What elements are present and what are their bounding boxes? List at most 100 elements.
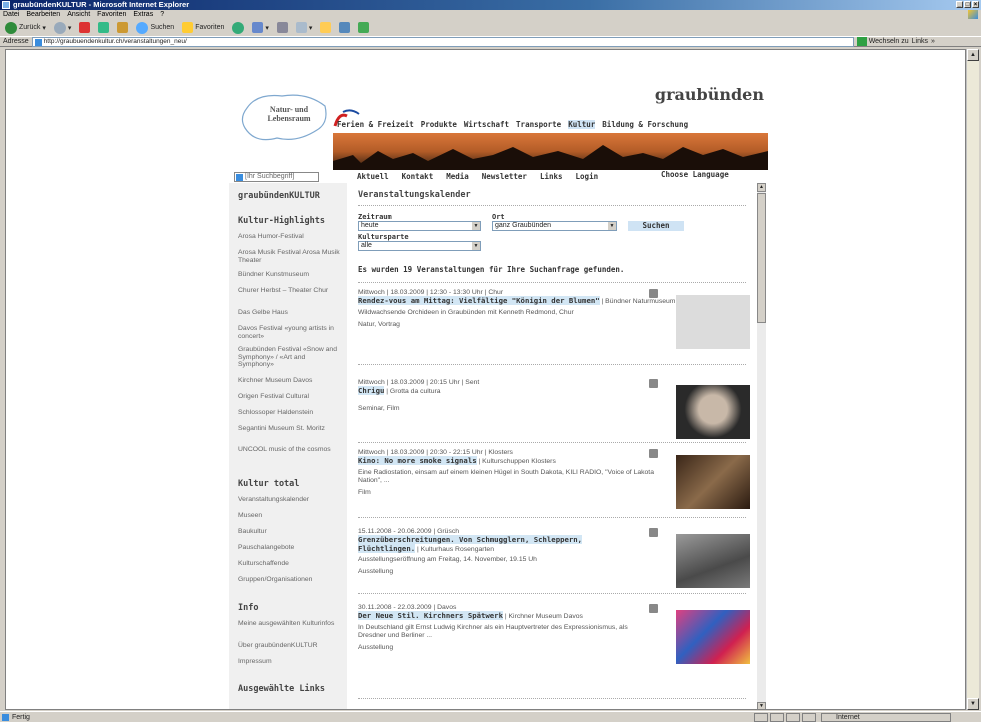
mail-button[interactable]: ▾ [250, 20, 271, 35]
sidebar-item-schlossoper[interactable]: Schlossoper Haldenstein [229, 409, 341, 417]
stop-button[interactable] [77, 20, 92, 35]
scroll-up-icon[interactable]: ▲ [967, 49, 979, 61]
sidebar-item-baukultur[interactable]: Baukultur [229, 528, 341, 536]
close-button[interactable]: × [972, 1, 979, 8]
sidebar-item-davos-festival[interactable]: Davos Festival «young artists in concert… [229, 325, 341, 340]
sidebar-item-gruppen[interactable]: Gruppen/Organisationen [229, 576, 341, 584]
sidebar-item-impressum[interactable]: Impressum [229, 658, 341, 666]
scroll-down-icon[interactable]: ▼ [967, 698, 979, 710]
search-label: Suchen [150, 24, 175, 31]
links-label[interactable]: Links [912, 36, 928, 47]
print-icon[interactable] [649, 528, 658, 537]
nav-bildung[interactable]: Bildung & Forschung [602, 120, 688, 129]
sidebar-item-veranstaltungskalender[interactable]: Veranstaltungskalender [229, 496, 341, 504]
sidebar-item-gelbe-haus[interactable]: Das Gelbe Haus [229, 309, 341, 317]
sidebar-item-pauschalangebote[interactable]: Pauschalangebote [229, 544, 341, 552]
sidebar-item-churer-herbst[interactable]: Churer Herbst – Theater Chur [229, 287, 341, 295]
event-thumbnail[interactable] [676, 455, 750, 509]
nav-transporte[interactable]: Transporte [516, 120, 561, 129]
content-scrollbar[interactable]: ▲ ▼ [757, 183, 766, 709]
sidebar-title[interactable]: graubündenKULTUR [238, 191, 320, 201]
event-title-link[interactable]: Der Neue Stil. Kirchners Spätwerk [358, 611, 503, 620]
nav-aktuell[interactable]: Aktuell [357, 172, 389, 181]
messenger-button[interactable] [356, 20, 371, 35]
event-thumbnail[interactable] [676, 385, 750, 439]
scroll-down-icon[interactable]: ▼ [757, 702, 766, 709]
sidebar-item-segantini[interactable]: Segantini Museum St. Moritz [229, 425, 341, 433]
menu-bearbeiten[interactable]: Bearbeiten [26, 10, 60, 19]
chevron-right-icon[interactable]: » [931, 36, 935, 47]
menu-favoriten[interactable]: Favoriten [97, 10, 126, 19]
search-button[interactable]: Suchen [134, 20, 176, 35]
event-title-link[interactable]: Rendez-vous am Mittag: Vielfältige "Köni… [358, 296, 600, 305]
map-text: Natur- und Lebensraum [267, 105, 311, 123]
history-button[interactable] [230, 20, 246, 35]
sidebar-item-museen[interactable]: Museen [229, 512, 341, 520]
brand-logo[interactable]: graubünden [655, 85, 764, 104]
forward-button[interactable]: ▾ [52, 20, 74, 35]
menu-help[interactable]: ? [160, 10, 164, 19]
refresh-button[interactable] [96, 20, 111, 35]
research-button[interactable] [337, 20, 352, 35]
minimize-button[interactable]: _ [956, 1, 963, 8]
event-title-link[interactable]: Kino: No more smoke signals [358, 456, 477, 465]
nav-links[interactable]: Links [540, 172, 563, 181]
nav-wirtschaft[interactable]: Wirtschaft [464, 120, 509, 129]
folder-button[interactable] [318, 20, 333, 35]
print-button[interactable] [275, 20, 290, 35]
sidebar-item-kulturschaffende[interactable]: Kulturschaffende [229, 560, 341, 568]
menu-ansicht[interactable]: Ansicht [67, 10, 90, 19]
browser-scrollbar[interactable]: ▲ ▼ [966, 49, 979, 710]
browser-viewport: Natur- und Lebensraum graubünden Ferien … [5, 49, 966, 710]
nav-ferien[interactable]: Ferien & Freizeit [337, 120, 414, 129]
favorites-button[interactable]: Favoriten [180, 20, 226, 35]
site-search-input[interactable]: [Ihr Suchbegriff] [234, 172, 319, 182]
sidebar-item-kirchner-museum[interactable]: Kirchner Museum Davos [229, 377, 341, 385]
sidebar-total-title: Kultur total [238, 479, 300, 489]
sidebar-item-arosa-humor[interactable]: Arosa Humor-Festival [229, 233, 341, 241]
scroll-thumb[interactable] [757, 193, 766, 323]
nav-media[interactable]: Media [446, 172, 469, 181]
event-item: 30.11.2008 - 22.03.2009 | Davos Der Neue… [358, 604, 750, 664]
print-icon[interactable] [649, 449, 658, 458]
zeitraum-select[interactable]: heute [358, 221, 481, 231]
nav-login[interactable]: Login [576, 172, 599, 181]
event-title-link[interactable]: Chrigu [358, 386, 385, 395]
nav-kultur[interactable]: Kultur [568, 120, 596, 129]
edit-button[interactable]: ▾ [294, 20, 315, 35]
address-field[interactable]: http://graubuendenkultur.ch/veranstaltun… [31, 36, 854, 47]
divider [358, 282, 746, 283]
event-thumbnail[interactable] [676, 534, 750, 588]
nav-newsletter[interactable]: Newsletter [482, 172, 527, 181]
scroll-up-icon[interactable]: ▲ [757, 183, 766, 192]
nav-produkte[interactable]: Produkte [421, 120, 457, 129]
sidebar-item-ueber[interactable]: Über graubündenKULTUR [229, 642, 341, 650]
event-item: Mittwoch | 18.03.2009 | 20:30 - 22:15 Uh… [358, 449, 750, 509]
sidebar-item-origen[interactable]: Origen Festival Cultural [229, 393, 341, 401]
menu-extras[interactable]: Extras [133, 10, 153, 19]
print-icon[interactable] [649, 604, 658, 613]
home-button[interactable] [115, 20, 130, 35]
language-selector[interactable]: Choose Language [661, 170, 729, 179]
sidebar-item-buendner-kunstmuseum[interactable]: Bündner Kunstmuseum [229, 271, 341, 279]
maximize-button[interactable]: □ [964, 1, 971, 8]
sidebar-item-uncool[interactable]: UNCOOL music of the cosmos [229, 446, 341, 454]
back-button[interactable]: Zurück ▾ [3, 20, 48, 35]
sidebar-item-arosa-musik[interactable]: Arosa Musik Festival Arosa Musik Theater [229, 249, 341, 264]
event-thumbnail[interactable] [676, 610, 750, 664]
forward-arrow-icon [53, 21, 66, 34]
suchen-button[interactable]: Suchen [628, 221, 684, 231]
sidebar-item-graubuenden-festival[interactable]: Graubünden Festival «Snow and Symphony» … [229, 346, 341, 369]
sidebar-item-meine-kulturinfos[interactable]: Meine ausgewählten Kulturinfos [229, 620, 341, 628]
go-button[interactable]: Wechseln zu [856, 36, 909, 47]
print-icon[interactable] [649, 379, 658, 388]
print-icon[interactable] [649, 289, 658, 298]
website: Natur- und Lebensraum graubünden Ferien … [229, 80, 770, 709]
nav-kontakt[interactable]: Kontakt [402, 172, 434, 181]
event-thumbnail[interactable] [676, 295, 750, 349]
ort-select[interactable]: ganz Graubünden [492, 221, 617, 231]
search-icon [136, 21, 149, 34]
menu-datei[interactable]: Datei [3, 10, 19, 19]
event-venue: | Kirchner Museum Davos [502, 613, 583, 620]
kultursparte-select[interactable]: alle [358, 241, 481, 251]
